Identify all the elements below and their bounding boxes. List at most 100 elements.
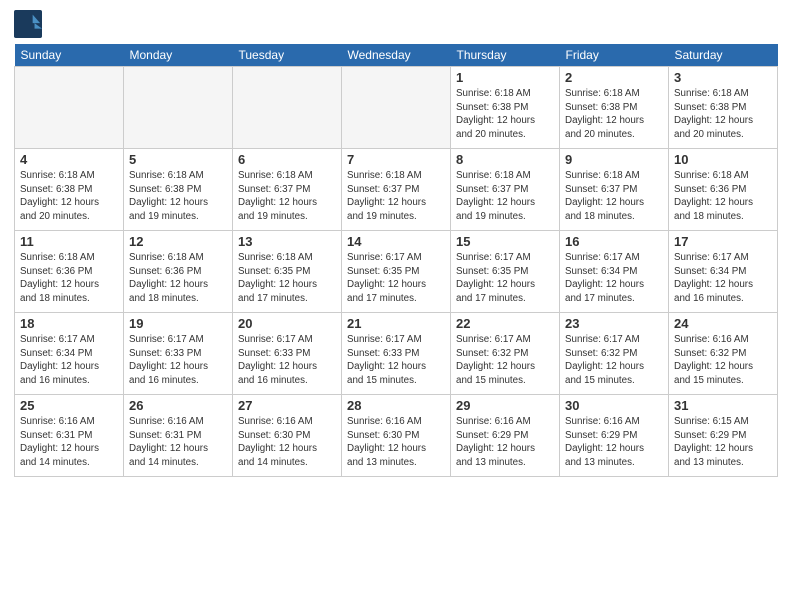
day-cell: 12Sunrise: 6:18 AM Sunset: 6:36 PM Dayli…: [124, 231, 233, 313]
day-cell: 20 Sunrise: 6:17 AM Sunset: 6:33 PM Dayli…: [233, 313, 342, 395]
day-cell: 14 Sunrise: 6:17 AM Sunset: 6:35 PM Dayli…: [342, 231, 451, 313]
weekday-saturday: Saturday: [669, 44, 778, 67]
day-info: Sunrise: 6:18 AM Sunset: 6:36 PM Dayligh…: [674, 169, 772, 224]
day-info: Sunrise: 6:18 AM Sunset: 6:38 PM Dayligh…: [456, 87, 554, 142]
day-cell: [124, 67, 233, 149]
day-info: Sunrise: 6:17 AM Sunset: 6:32 PM Dayligh…: [565, 333, 663, 388]
week-row-4: 18 Sunrise: 6:17 AM Sunset: 6:34 PM Dayli…: [15, 313, 778, 395]
day-info: Sunrise: 6:18 AM Sunset: 6:38 PM Dayligh…: [20, 169, 118, 224]
day-number: 28: [347, 398, 445, 413]
day-number: 20: [238, 316, 336, 331]
day-info: Sunrise: 6:18 AM Sunset: 6:35 PM Dayligh…: [238, 251, 336, 306]
day-number: 9: [565, 152, 663, 167]
day-number: 30: [565, 398, 663, 413]
day-cell: 15 Sunrise: 6:17 AM Sunset: 6:35 PM Dayli…: [451, 231, 560, 313]
week-row-5: 25 Sunrise: 6:16 AM Sunset: 6:31 PM Dayli…: [15, 395, 778, 477]
day-info: Sunrise: 6:16 AM Sunset: 6:31 PM Dayligh…: [129, 415, 227, 470]
day-cell: 13 Sunrise: 6:18 AM Sunset: 6:35 PM Dayli…: [233, 231, 342, 313]
day-number: 15: [456, 234, 554, 249]
day-cell: 22Sunrise: 6:17 AM Sunset: 6:32 PM Dayli…: [451, 313, 560, 395]
logo-icon: [14, 10, 42, 38]
day-info: Sunrise: 6:17 AM Sunset: 6:34 PM Dayligh…: [565, 251, 663, 306]
day-cell: [233, 67, 342, 149]
day-number: 17: [674, 234, 772, 249]
day-number: 25: [20, 398, 118, 413]
weekday-thursday: Thursday: [451, 44, 560, 67]
day-cell: 5 Sunrise: 6:18 AM Sunset: 6:38 PM Daylig…: [124, 149, 233, 231]
day-number: 5: [129, 152, 227, 167]
day-info: Sunrise: 6:16 AM Sunset: 6:30 PM Dayligh…: [347, 415, 445, 470]
weekday-sunday: Sunday: [15, 44, 124, 67]
page: SundayMondayTuesdayWednesdayThursdayFrid…: [0, 0, 792, 612]
day-cell: 21 Sunrise: 6:17 AM Sunset: 6:33 PM Dayli…: [342, 313, 451, 395]
day-cell: 3 Sunrise: 6:18 AM Sunset: 6:38 PM Daylig…: [669, 67, 778, 149]
day-cell: 26 Sunrise: 6:16 AM Sunset: 6:31 PM Dayli…: [124, 395, 233, 477]
day-number: 4: [20, 152, 118, 167]
day-cell: 8Sunrise: 6:18 AM Sunset: 6:37 PM Daylig…: [451, 149, 560, 231]
logo: [14, 10, 46, 38]
day-info: Sunrise: 6:16 AM Sunset: 6:32 PM Dayligh…: [674, 333, 772, 388]
day-info: Sunrise: 6:17 AM Sunset: 6:34 PM Dayligh…: [20, 333, 118, 388]
week-row-3: 11 Sunrise: 6:18 AM Sunset: 6:36 PM Dayli…: [15, 231, 778, 313]
day-cell: 9Sunrise: 6:18 AM Sunset: 6:37 PM Daylig…: [560, 149, 669, 231]
day-cell: 7Sunrise: 6:18 AM Sunset: 6:37 PM Daylig…: [342, 149, 451, 231]
day-cell: 6Sunrise: 6:18 AM Sunset: 6:37 PM Daylig…: [233, 149, 342, 231]
day-cell: 29 Sunrise: 6:16 AM Sunset: 6:29 PM Dayli…: [451, 395, 560, 477]
day-info: Sunrise: 6:17 AM Sunset: 6:33 PM Dayligh…: [129, 333, 227, 388]
day-info: Sunrise: 6:15 AM Sunset: 6:29 PM Dayligh…: [674, 415, 772, 470]
day-info: Sunrise: 6:17 AM Sunset: 6:34 PM Dayligh…: [674, 251, 772, 306]
day-number: 11: [20, 234, 118, 249]
day-info: Sunrise: 6:18 AM Sunset: 6:37 PM Dayligh…: [347, 169, 445, 224]
day-info: Sunrise: 6:16 AM Sunset: 6:30 PM Dayligh…: [238, 415, 336, 470]
day-cell: 30 Sunrise: 6:16 AM Sunset: 6:29 PM Dayli…: [560, 395, 669, 477]
day-number: 18: [20, 316, 118, 331]
day-number: 14: [347, 234, 445, 249]
day-cell: 4 Sunrise: 6:18 AM Sunset: 6:38 PM Daylig…: [15, 149, 124, 231]
day-info: Sunrise: 6:18 AM Sunset: 6:38 PM Dayligh…: [129, 169, 227, 224]
day-number: 21: [347, 316, 445, 331]
day-cell: [15, 67, 124, 149]
day-cell: 17 Sunrise: 6:17 AM Sunset: 6:34 PM Dayli…: [669, 231, 778, 313]
day-cell: 23 Sunrise: 6:17 AM Sunset: 6:32 PM Dayli…: [560, 313, 669, 395]
day-number: 8: [456, 152, 554, 167]
day-cell: 27 Sunrise: 6:16 AM Sunset: 6:30 PM Dayli…: [233, 395, 342, 477]
day-info: Sunrise: 6:18 AM Sunset: 6:37 PM Dayligh…: [238, 169, 336, 224]
day-number: 10: [674, 152, 772, 167]
day-info: Sunrise: 6:16 AM Sunset: 6:29 PM Dayligh…: [565, 415, 663, 470]
day-cell: 18 Sunrise: 6:17 AM Sunset: 6:34 PM Dayli…: [15, 313, 124, 395]
weekday-friday: Friday: [560, 44, 669, 67]
day-info: Sunrise: 6:18 AM Sunset: 6:36 PM Dayligh…: [20, 251, 118, 306]
day-info: Sunrise: 6:17 AM Sunset: 6:33 PM Dayligh…: [347, 333, 445, 388]
day-info: Sunrise: 6:18 AM Sunset: 6:38 PM Dayligh…: [674, 87, 772, 142]
day-number: 19: [129, 316, 227, 331]
weekday-monday: Monday: [124, 44, 233, 67]
week-row-1: 1 Sunrise: 6:18 AM Sunset: 6:38 PM Daylig…: [15, 67, 778, 149]
day-cell: 28 Sunrise: 6:16 AM Sunset: 6:30 PM Dayli…: [342, 395, 451, 477]
weekday-wednesday: Wednesday: [342, 44, 451, 67]
day-cell: 24Sunrise: 6:16 AM Sunset: 6:32 PM Dayli…: [669, 313, 778, 395]
day-cell: [342, 67, 451, 149]
day-info: Sunrise: 6:16 AM Sunset: 6:29 PM Dayligh…: [456, 415, 554, 470]
day-info: Sunrise: 6:17 AM Sunset: 6:35 PM Dayligh…: [456, 251, 554, 306]
weekday-tuesday: Tuesday: [233, 44, 342, 67]
day-number: 3: [674, 70, 772, 85]
day-info: Sunrise: 6:17 AM Sunset: 6:33 PM Dayligh…: [238, 333, 336, 388]
header: [14, 10, 778, 38]
day-number: 1: [456, 70, 554, 85]
day-number: 12: [129, 234, 227, 249]
day-info: Sunrise: 6:18 AM Sunset: 6:38 PM Dayligh…: [565, 87, 663, 142]
day-number: 26: [129, 398, 227, 413]
day-number: 27: [238, 398, 336, 413]
day-cell: 1 Sunrise: 6:18 AM Sunset: 6:38 PM Daylig…: [451, 67, 560, 149]
day-number: 29: [456, 398, 554, 413]
day-cell: 11 Sunrise: 6:18 AM Sunset: 6:36 PM Dayli…: [15, 231, 124, 313]
day-cell: 25Sunrise: 6:16 AM Sunset: 6:31 PM Dayli…: [15, 395, 124, 477]
day-number: 2: [565, 70, 663, 85]
day-number: 23: [565, 316, 663, 331]
day-number: 22: [456, 316, 554, 331]
calendar-table: SundayMondayTuesdayWednesdayThursdayFrid…: [14, 44, 778, 477]
day-cell: 19 Sunrise: 6:17 AM Sunset: 6:33 PM Dayli…: [124, 313, 233, 395]
weekday-header-row: SundayMondayTuesdayWednesdayThursdayFrid…: [15, 44, 778, 67]
day-info: Sunrise: 6:17 AM Sunset: 6:35 PM Dayligh…: [347, 251, 445, 306]
day-number: 13: [238, 234, 336, 249]
